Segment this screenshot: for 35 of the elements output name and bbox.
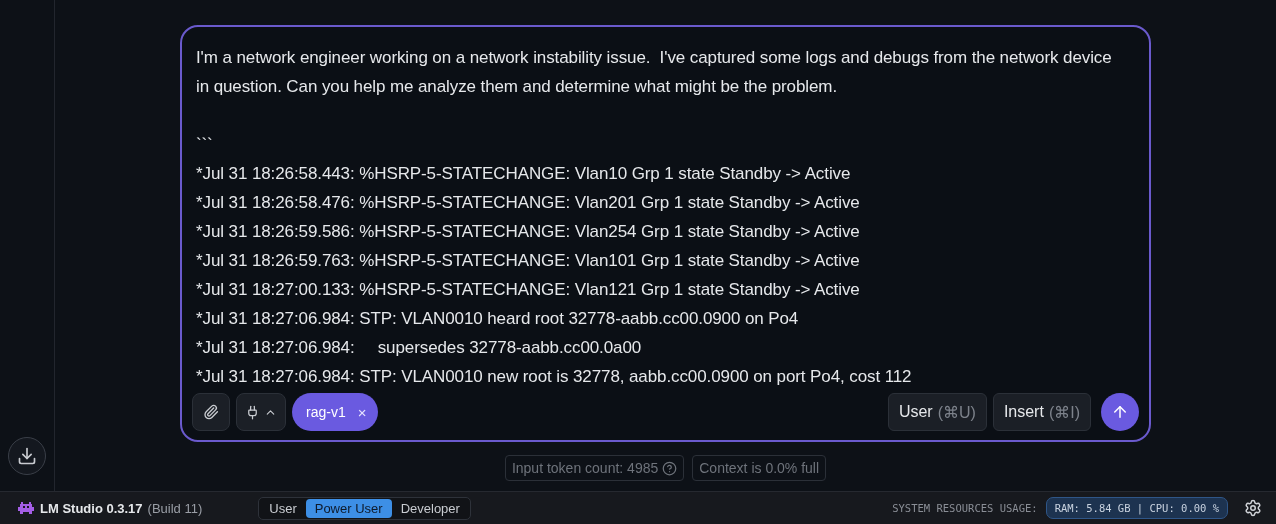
context-usage: Context is 0.0% full [692, 455, 827, 481]
message-line: *Jul 31 18:26:58.476: %HSRP-5-STATECHANGE: Vlan201 Grp 1 state Standby -> Active [196, 192, 861, 214]
usage-readout: RAM: 5.84 GB | CPU: 0.00 % [1045, 497, 1228, 519]
download-button[interactable] [8, 437, 46, 475]
message-paragraph: I'm a network engineer working on a network instability issue. I've captured some logs and debugs from the network device in question. Can you help me analyze them and determine what might be the problem. [196, 47, 1113, 98]
mode-tab[interactable]: User [260, 498, 306, 518]
message-line: ``` [196, 134, 214, 156]
download-icon [17, 446, 37, 466]
token-count: Input token count: 4985 [504, 455, 685, 481]
message-line: *Jul 31 18:26:59.763: %HSRP-5-STATECHANGE: Vlan101 Grp 1 state Standby -> Active [196, 250, 861, 272]
message-line: *Jul 31 18:26:59.586: %HSRP-5-STATECHANGE: Vlan254 Grp 1 state Standby -> Active [196, 221, 861, 243]
mode-tab[interactable]: Power User [305, 498, 392, 518]
build-number: (Build 11) [147, 500, 203, 516]
send-button[interactable] [1101, 393, 1139, 431]
role-button[interactable]: Insert (⌘I) [992, 393, 1091, 431]
settings-icon[interactable] [1244, 499, 1262, 517]
message-line: *Jul 31 18:27:06.984: STP: VLAN0010 heard root 32778-aabb.cc00.0900 on Po4 [196, 308, 800, 330]
app-name: LM Studio 0.3.17 [40, 500, 143, 516]
message-line: *Jul 31 18:26:58.443: %HSRP-5-STATECHANGE: Vlan10 Grp 1 state Standby -> Active [196, 163, 852, 185]
message-line: *Jul 31 18:27:00.133: %HSRP-5-STATECHANGE: Vlan121 Grp 1 state Standby -> Active [196, 279, 861, 301]
mode-tab[interactable]: Developer [391, 498, 469, 518]
usage-label: SYSTEM RESOURCES USAGE: [892, 502, 1038, 514]
message-line: *Jul 31 18:27:06.984: supersedes 32778-aabb.cc00.0a00 [196, 337, 643, 359]
message-line: *Jul 31 18:27:06.984: STP: VLAN0010 new root is 32778, aabb.cc00.0900 on port Po4, cost 112 [196, 366, 913, 388]
remove-chip-button[interactable]: × [357, 403, 367, 421]
paperclip-icon [203, 404, 219, 420]
plug-icon [245, 404, 260, 420]
help-icon[interactable] [662, 460, 678, 476]
role-button[interactable]: User (⌘U) [887, 393, 987, 431]
message-input[interactable] [180, 25, 1151, 442]
chip-label: rag-v1 [306, 404, 346, 420]
rag-chip[interactable]: rag-v1 × [292, 393, 379, 431]
logo-icon [18, 502, 34, 514]
attach-button[interactable] [192, 393, 230, 431]
plugin-button[interactable] [236, 393, 286, 431]
